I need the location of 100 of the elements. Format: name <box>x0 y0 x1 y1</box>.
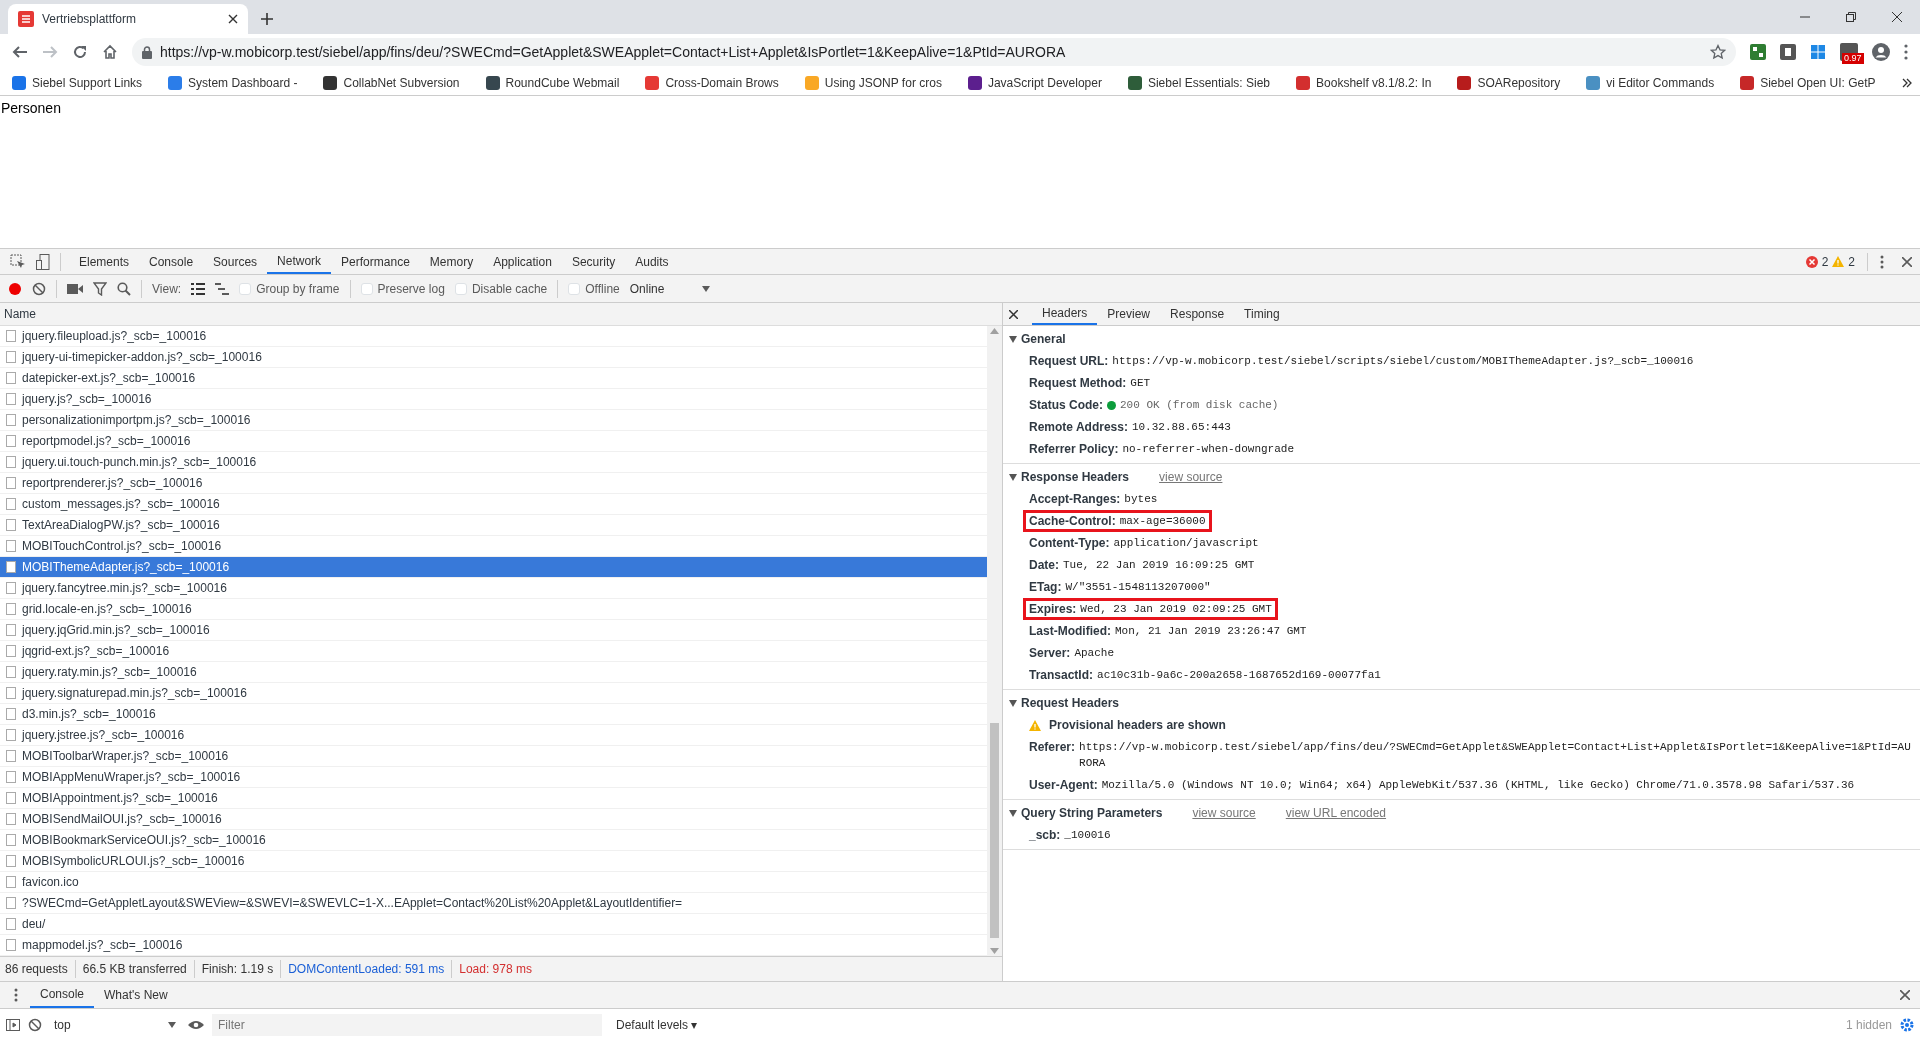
panel-tab[interactable]: Response <box>1160 303 1235 325</box>
menu-icon[interactable] <box>1904 44 1908 60</box>
request-row[interactable]: deu/ <box>0 914 987 935</box>
request-row[interactable]: jquery.fancytree.min.js?_scb=_100016 <box>0 578 987 599</box>
panel-tab[interactable]: Timing <box>1234 303 1290 325</box>
view-link[interactable]: view URL encoded <box>1285 804 1387 822</box>
request-row[interactable]: favicon.ico <box>0 872 987 893</box>
bookmark[interactable]: Using JSONP for cros <box>804 73 942 92</box>
eye-icon[interactable] <box>188 1019 204 1030</box>
reload-icon[interactable] <box>72 44 88 60</box>
bookmark[interactable]: RoundCube Webmail <box>485 73 620 92</box>
throttling-dropdown[interactable]: Online <box>629 279 710 298</box>
settings-icon[interactable] <box>1900 1017 1914 1032</box>
triangle-icon[interactable] <box>1009 473 1017 481</box>
request-row[interactable]: personalizationimportpm.js?_scb=_100016 <box>0 410 987 431</box>
view-link[interactable]: view source <box>1192 804 1256 822</box>
search-icon[interactable] <box>117 281 131 296</box>
request-row[interactable]: jquery.fileupload.js?_scb=_100016 <box>0 326 987 347</box>
device-icon[interactable] <box>36 254 50 270</box>
request-row[interactable]: grid.locale-en.js?_scb=_100016 <box>0 599 987 620</box>
checkbox[interactable] <box>360 282 373 295</box>
close-icon[interactable] <box>1009 309 1018 319</box>
drawer-tab[interactable]: What's New <box>94 982 178 1008</box>
request-row[interactable]: MOBIAppointment.js?_scb=_100016 <box>0 788 987 809</box>
extension-icon[interactable] <box>1750 44 1766 60</box>
devtools-tab[interactable]: Application <box>483 249 562 274</box>
devtools-tab[interactable]: Security <box>561 249 626 274</box>
more-icon[interactable] <box>1880 254 1884 269</box>
clear-icon[interactable] <box>28 1017 42 1032</box>
panel-tab[interactable]: Preview <box>1097 303 1161 325</box>
browser-tab[interactable]: Vertriebsplattform <box>8 4 248 34</box>
devtools-tab[interactable]: Audits <box>625 249 679 274</box>
inspect-icon[interactable] <box>10 254 26 270</box>
request-row[interactable]: reportprenderer.js?_scb=_100016 <box>0 473 987 494</box>
request-row[interactable]: jqgrid-ext.js?_scb=_100016 <box>0 641 987 662</box>
devtools-tab[interactable]: Console <box>139 249 204 274</box>
section-title[interactable]: Request Headers <box>1021 694 1120 712</box>
request-row[interactable]: jquery.ui.touch-punch.min.js?_scb=_100016 <box>0 452 987 473</box>
request-row[interactable]: ?SWECmd=GetAppletLayout&SWEView=&SWEVI=&SWEVLC=1-X...EApplet=Contact%20List%20Applet&LayoutIdentifier= <box>0 893 987 914</box>
section-title[interactable]: Response Headers <box>1021 468 1130 486</box>
account-icon[interactable] <box>1872 43 1890 61</box>
home-icon[interactable] <box>102 44 118 60</box>
close-icon[interactable] <box>1892 12 1902 22</box>
bookmark[interactable]: vi Editor Commands <box>1586 73 1715 92</box>
devtools-tab[interactable]: Elements <box>69 249 140 274</box>
close-icon[interactable] <box>1902 256 1912 267</box>
checkbox[interactable] <box>239 282 252 295</box>
request-row[interactable]: TextAreaDialogPW.js?_scb=_100016 <box>0 515 987 536</box>
request-row[interactable]: jquery.signaturepad.min.js?_scb=_100016 <box>0 683 987 704</box>
scrollbar-thumb[interactable] <box>990 723 999 938</box>
bookmark[interactable]: Cross-Domain Brows <box>645 73 779 92</box>
triangle-icon[interactable] <box>1009 699 1017 707</box>
request-row[interactable]: MOBISymbolicURLOUI.js?_scb=_100016 <box>0 851 987 872</box>
column-header[interactable]: Name <box>4 305 36 323</box>
triangle-icon[interactable] <box>1009 809 1017 817</box>
clear-icon[interactable] <box>32 281 46 296</box>
camera-icon[interactable] <box>67 282 83 295</box>
request-row[interactable]: datepicker-ext.js?_scb=_100016 <box>0 368 987 389</box>
more-icon[interactable] <box>14 988 18 1002</box>
request-row[interactable]: jquery.jqGrid.min.js?_scb=_100016 <box>0 620 987 641</box>
plus-icon[interactable] <box>260 12 274 26</box>
section-title[interactable]: General <box>1021 330 1066 348</box>
bookmark[interactable]: System Dashboard - <box>168 73 298 92</box>
waterfall-icon[interactable] <box>215 282 230 295</box>
request-row[interactable]: jquery-ui-timepicker-addon.js?_scb=_100016 <box>0 347 987 368</box>
devtools-tab[interactable]: Memory <box>419 249 484 274</box>
bookmark[interactable]: Siebel Support Links <box>12 73 143 92</box>
request-row[interactable]: jquery.js?_scb=_100016 <box>0 389 987 410</box>
chevron-icon[interactable] <box>1901 77 1912 88</box>
request-row[interactable]: MOBIBookmarkServiceOUI.js?_scb=_100016 <box>0 830 987 851</box>
triangle-icon[interactable] <box>1009 335 1017 343</box>
devtools-tab[interactable]: Sources <box>203 249 268 274</box>
sidebar-icon[interactable] <box>6 1018 20 1031</box>
levels-dropdown[interactable]: Default levels ▾ <box>610 1014 704 1035</box>
filter-icon[interactable] <box>93 281 107 296</box>
request-row[interactable]: MOBISendMailOUI.js?_scb=_100016 <box>0 809 987 830</box>
bookmark[interactable]: Siebel Essentials: Sieb <box>1127 73 1271 92</box>
request-row[interactable]: reportpmodel.js?_scb=_100016 <box>0 431 987 452</box>
bookmark[interactable]: Siebel Open UI: GetP <box>1740 73 1876 92</box>
bookmark[interactable]: JavaScript Developer <box>967 73 1102 92</box>
checkbox[interactable] <box>568 282 581 295</box>
record-icon[interactable] <box>8 281 22 296</box>
request-row[interactable]: custom_messages.js?_scb=_100016 <box>0 494 987 515</box>
checkbox[interactable] <box>454 282 467 295</box>
section-title[interactable]: Query String Parameters <box>1021 804 1163 822</box>
close-icon[interactable] <box>228 14 238 24</box>
panel-tab[interactable]: Headers <box>1032 303 1098 325</box>
request-row[interactable]: MOBIAppMenuWraper.js?_scb=_100016 <box>0 767 987 788</box>
request-row[interactable]: jquery.jstree.js?_scb=_100016 <box>0 725 987 746</box>
bookmark[interactable]: CollabNet Subversion <box>323 73 460 92</box>
bookmark[interactable]: Bookshelf v8.1/8.2: In <box>1296 73 1432 92</box>
filter-field[interactable]: Filter <box>212 1013 602 1036</box>
windows-icon[interactable] <box>1810 44 1826 60</box>
request-row[interactable]: MOBIToolbarWraper.js?_scb=_100016 <box>0 746 987 767</box>
context-dropdown[interactable]: top <box>50 1015 180 1034</box>
request-row[interactable]: d3.min.js?_scb=_100016 <box>0 704 987 725</box>
bookmark[interactable]: SOARepository <box>1457 73 1561 92</box>
back-arrow-icon[interactable] <box>12 44 28 60</box>
list-view-icon[interactable] <box>191 282 206 295</box>
request-row[interactable]: jquery.raty.min.js?_scb=_100016 <box>0 662 987 683</box>
